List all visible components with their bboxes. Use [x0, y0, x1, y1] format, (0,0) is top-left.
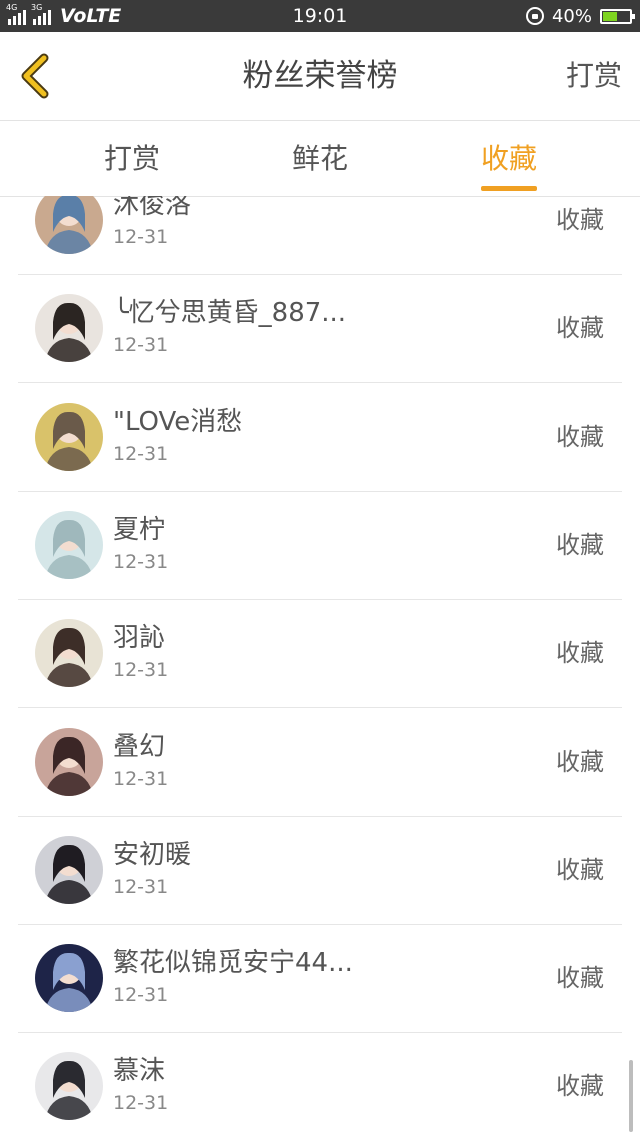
scrollbar[interactable] — [629, 1060, 633, 1132]
tab-bar: 打赏 鲜花 收藏 — [0, 121, 640, 197]
tab-label: 收藏 — [481, 142, 538, 175]
fan-date: 12-31 — [113, 767, 169, 790]
list-item[interactable]: ╰忆兮思黄昏_887... 12-31 收藏 — [18, 274, 622, 384]
reward-button[interactable]: 打赏 — [566, 32, 622, 120]
fan-name: 慕沫 — [113, 1056, 166, 1087]
fan-action-label: 收藏 — [556, 1072, 604, 1101]
list-item[interactable]: 慕沫 12-31 收藏 — [18, 1032, 622, 1138]
fan-name: 夏柠 — [113, 514, 166, 545]
list-item[interactable]: "LOVe消愁 12-31 收藏 — [18, 383, 622, 492]
fan-list[interactable]: 沐俊洛 12-31 收藏 ╰忆兮思黄昏_887... 12-31 收藏 "LOVe消愁 12-… — [0, 196, 640, 1138]
fan-action-label: 收藏 — [556, 206, 604, 234]
avatar[interactable] — [35, 944, 103, 1013]
battery-percent: 40% — [551, 5, 592, 27]
fan-action-label: 收藏 — [556, 964, 604, 993]
status-bar: 4G 3G VoLTE 19:01 40% — [0, 0, 640, 32]
fan-name: 羽訫 — [113, 623, 166, 654]
avatar[interactable] — [35, 835, 103, 904]
avatar[interactable] — [35, 1052, 103, 1121]
fan-action-label: 收藏 — [556, 530, 604, 559]
avatar[interactable] — [35, 294, 103, 363]
avatar[interactable] — [35, 402, 103, 471]
list-item[interactable]: 沐俊洛 12-31 收藏 — [18, 196, 622, 275]
fan-name: 叠幻 — [113, 731, 166, 762]
app-header: 粉丝荣誉榜 打赏 — [0, 32, 640, 121]
list-item[interactable]: 安初暖 12-31 收藏 — [18, 816, 622, 925]
tab-reward[interactable]: 打赏 — [104, 121, 160, 196]
status-right: 40% — [525, 0, 635, 32]
rotation-lock-icon — [525, 7, 544, 25]
list-item[interactable]: 羽訫 12-31 收藏 — [18, 599, 622, 709]
fan-action-label: 收藏 — [556, 855, 604, 884]
avatar[interactable] — [35, 510, 103, 579]
avatar[interactable] — [35, 727, 103, 796]
fan-date: 12-31 — [113, 334, 169, 357]
list-item[interactable]: 夏柠 12-31 收藏 — [18, 491, 622, 600]
fan-name: 沐俊洛 — [113, 196, 192, 220]
fan-date: 12-31 — [113, 226, 169, 248]
fan-date: 12-31 — [113, 550, 169, 573]
fan-name: 繁花似锦觅安宁44... — [113, 948, 353, 979]
list-item[interactable]: 叠幻 12-31 收藏 — [18, 708, 622, 817]
fan-name: 安初暖 — [113, 839, 192, 870]
fan-name: ╰忆兮思黄昏_887... — [113, 298, 347, 329]
fan-action-label: 收藏 — [556, 639, 604, 668]
fan-date: 12-31 — [113, 1092, 169, 1115]
active-tab-indicator — [481, 186, 538, 191]
fan-date: 12-31 — [113, 875, 169, 898]
page-title: 粉丝荣誉榜 — [242, 58, 398, 94]
fan-action-label: 收藏 — [556, 747, 604, 776]
fan-date: 12-31 — [113, 984, 169, 1007]
tab-favorites[interactable]: 收藏 — [481, 121, 538, 196]
avatar[interactable] — [35, 619, 103, 688]
list-item[interactable]: 繁花似锦觅安宁44... 12-31 收藏 — [18, 924, 622, 1034]
fan-date: 12-31 — [113, 442, 169, 465]
fan-action-label: 收藏 — [556, 422, 604, 451]
tab-flowers[interactable]: 鲜花 — [292, 121, 348, 196]
fan-date: 12-31 — [113, 659, 169, 682]
fan-action-label: 收藏 — [556, 314, 604, 343]
tab-label: 鲜花 — [292, 142, 349, 175]
battery-icon — [600, 8, 635, 24]
avatar[interactable] — [35, 196, 103, 254]
fan-name: "LOVe消愁 — [113, 406, 243, 437]
tab-label: 打赏 — [104, 142, 161, 175]
